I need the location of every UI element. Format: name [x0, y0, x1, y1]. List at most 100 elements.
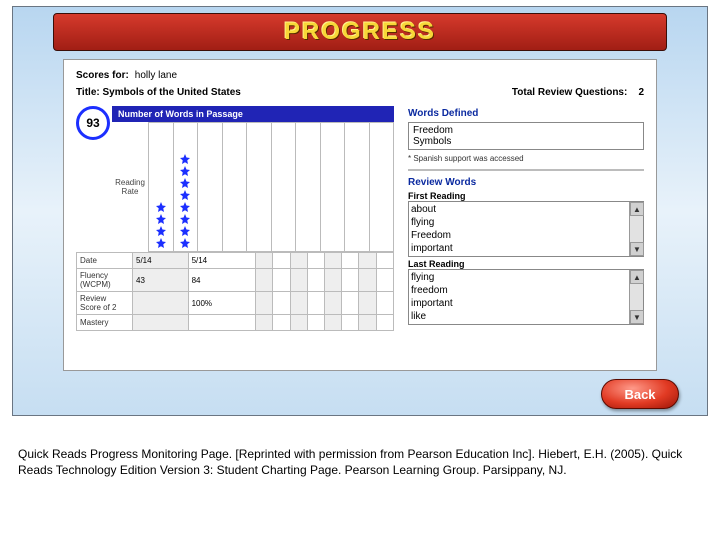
row-label: Review Score of 2 [77, 292, 133, 315]
cell [359, 269, 376, 292]
scrollbar[interactable]: ▲ ▼ [629, 202, 643, 256]
row-label: Fluency (WCPM) [77, 269, 133, 292]
row-label: Date [77, 253, 133, 269]
first-reading-label: First Reading [408, 191, 644, 201]
cell [376, 292, 393, 315]
cell [342, 269, 359, 292]
list-item: flying [411, 216, 641, 229]
cell [256, 253, 273, 269]
cell [256, 269, 273, 292]
cell [290, 292, 307, 315]
star-icon [155, 213, 167, 225]
star-icon [155, 225, 167, 237]
star-icon [179, 165, 191, 177]
cell [307, 292, 324, 315]
word-count-badge: 93 [76, 106, 110, 140]
list-item: Freedom [411, 229, 641, 242]
scrollbar[interactable]: ▲ ▼ [629, 270, 643, 324]
app-title: PROGRESS [284, 18, 436, 46]
data-table: Date5/145/14Fluency (WCPM)4384Review Sco… [76, 252, 394, 331]
list-item: like [411, 310, 641, 323]
cell [325, 253, 342, 269]
cell: 43 [133, 269, 189, 292]
cell [307, 253, 324, 269]
words-defined-label: Words Defined [408, 108, 644, 119]
star-icon [179, 213, 191, 225]
last-reading-label: Last Reading [408, 259, 644, 269]
cell [133, 315, 189, 331]
cell [325, 269, 342, 292]
list-item: freedom [411, 284, 641, 297]
figure-caption: Quick Reads Progress Monitoring Page. [R… [0, 416, 720, 478]
star-icon [155, 201, 167, 213]
list-item: important [411, 242, 641, 255]
cell [290, 253, 307, 269]
title-value: Symbols of the United States [103, 87, 241, 98]
list-item: Symbols [413, 136, 639, 147]
list-item: Freedom [413, 125, 639, 136]
cell [290, 315, 307, 331]
cell [256, 292, 273, 315]
star-icon [179, 201, 191, 213]
chart-area: 93 Number of Words in Passage Reading Ra… [76, 106, 394, 331]
cell [307, 315, 324, 331]
cell [342, 315, 359, 331]
cell [376, 315, 393, 331]
star-icon [179, 225, 191, 237]
list-item: flying [411, 271, 641, 284]
list-item: important [411, 297, 641, 310]
star-icon [179, 189, 191, 201]
banner: PROGRESS [53, 13, 667, 51]
cell [273, 292, 290, 315]
list-item: about [411, 203, 641, 216]
words-defined-box: FreedomSymbols [408, 122, 644, 150]
cell [376, 269, 393, 292]
cell: 100% [188, 292, 256, 315]
cell [376, 253, 393, 269]
last-reading-listbox[interactable]: flyingfreedomimportantlike ▲ ▼ [408, 269, 644, 325]
first-reading-listbox[interactable]: aboutflyingFreedomimportant ▲ ▼ [408, 201, 644, 257]
cell [256, 315, 273, 331]
cell [342, 253, 359, 269]
cell [273, 315, 290, 331]
cell [325, 292, 342, 315]
cell [188, 315, 256, 331]
cell [273, 253, 290, 269]
scroll-up-icon[interactable]: ▲ [630, 202, 644, 216]
total-review-label: Total Review Questions: [512, 87, 627, 98]
cell: 84 [188, 269, 256, 292]
cell [342, 292, 359, 315]
scores-for-label: Scores for: [76, 70, 129, 81]
app-frame: PROGRESS Scores for: holly lane Title: S… [12, 6, 708, 416]
cell [359, 292, 376, 315]
scores-for-row: Scores for: holly lane [76, 70, 644, 81]
title-row: Title: Symbols of the United States [76, 87, 241, 98]
title-label: Title: [76, 87, 100, 98]
right-column: Words Defined FreedomSymbols * Spanish s… [408, 106, 644, 331]
star-icon [155, 237, 167, 249]
scroll-down-icon[interactable]: ▼ [630, 310, 644, 324]
cell [325, 315, 342, 331]
student-name: holly lane [135, 70, 177, 81]
cell [307, 269, 324, 292]
y-axis-label: Reading Rate [112, 122, 148, 252]
cell [359, 315, 376, 331]
row-label: Mastery [77, 315, 133, 331]
chart-title: Number of Words in Passage [112, 106, 394, 122]
star-icon [179, 153, 191, 165]
cell: 5/14 [133, 253, 189, 269]
content-panel: Scores for: holly lane Title: Symbols of… [63, 59, 657, 371]
star-icon [179, 237, 191, 249]
cell: 5/14 [188, 253, 256, 269]
cell [273, 269, 290, 292]
chart-grid [148, 122, 394, 252]
cell [290, 269, 307, 292]
total-review-row: Total Review Questions: 2 [512, 87, 644, 98]
scroll-up-icon[interactable]: ▲ [630, 270, 644, 284]
cell [133, 292, 189, 315]
review-words-label: Review Words [408, 177, 644, 188]
total-review-value: 2 [638, 87, 644, 98]
scroll-down-icon[interactable]: ▼ [630, 242, 644, 256]
star-icon [179, 177, 191, 189]
back-button[interactable]: Back [601, 379, 679, 409]
